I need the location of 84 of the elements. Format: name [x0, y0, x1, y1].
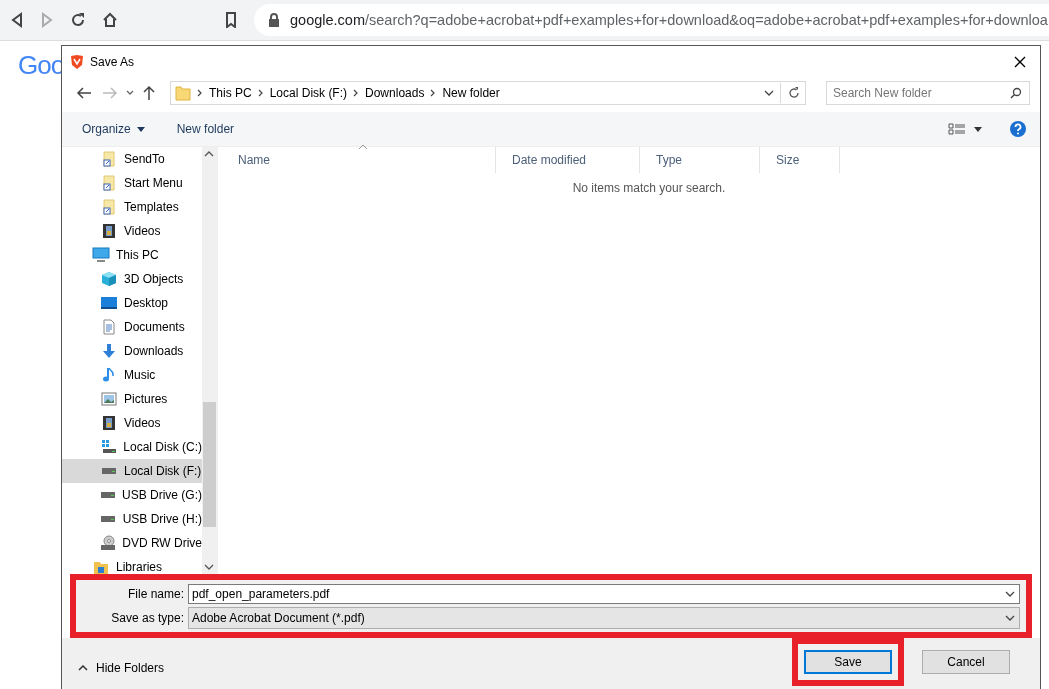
folder-tree-item[interactable]: Start Menu — [62, 171, 202, 195]
film-icon — [101, 415, 117, 431]
document-icon — [101, 319, 117, 335]
download-arrow-icon — [101, 343, 117, 359]
cancel-button[interactable]: Cancel — [922, 650, 1010, 674]
music-note-icon — [101, 367, 117, 383]
folder-tree-item[interactable]: SendTo — [62, 147, 202, 171]
save-button[interactable]: Save — [804, 650, 892, 674]
column-header[interactable]: Name — [222, 147, 496, 173]
folder-tree-item[interactable]: DVD RW Drive — [62, 531, 202, 555]
folder-tree-item[interactable]: USB Drive (G:) — [62, 483, 202, 507]
help-icon[interactable] — [1010, 121, 1026, 137]
column-header[interactable]: Date modified — [496, 147, 640, 173]
chevron-down-icon[interactable] — [126, 90, 134, 96]
shortcut-folder-icon — [101, 199, 117, 215]
folder-tree-item[interactable]: Videos — [62, 219, 202, 243]
chevron-down-icon[interactable] — [1005, 591, 1015, 597]
folder-tree-item[interactable]: USB Drive (H:) — [62, 507, 202, 531]
drive-icon — [100, 492, 116, 498]
field-label: Save as type: — [110, 611, 184, 625]
reload-icon[interactable] — [70, 12, 86, 28]
chevron-down-icon — [1005, 615, 1015, 621]
search-icon — [1010, 87, 1022, 99]
close-icon — [1014, 56, 1026, 68]
column-header[interactable]: Size — [760, 147, 840, 173]
folder-icon — [175, 85, 191, 101]
bookmark-icon[interactable] — [224, 12, 238, 28]
chevron-right-icon — [197, 89, 203, 97]
organize-menu-button[interactable]: Organize — [80, 120, 147, 138]
library-icon — [93, 559, 109, 574]
refresh-icon[interactable] — [787, 86, 801, 100]
shortcut-folder-icon — [101, 175, 117, 191]
drive-icon — [101, 468, 117, 474]
folder-tree-item[interactable]: Downloads — [62, 339, 202, 363]
disc-drive-icon — [100, 535, 117, 551]
breadcrumb-bar[interactable]: This PC Local Disk (F:) Downloads New folder — [170, 81, 806, 105]
film-icon — [101, 223, 117, 239]
file-name-field[interactable]: pdf_open_parameters.pdf — [188, 584, 1020, 604]
chevron-right-icon — [353, 89, 360, 97]
folder-tree-item[interactable]: Templates — [62, 195, 202, 219]
breadcrumb-item[interactable]: Downloads — [365, 86, 425, 100]
new-folder-button[interactable]: New folder — [174, 120, 237, 138]
back-icon[interactable] — [10, 12, 24, 28]
chevron-up-icon — [78, 665, 88, 671]
drive-icon — [100, 516, 117, 522]
folder-tree-item[interactable]: Local Disk (F:) — [62, 459, 202, 483]
sort-caret-icon — [358, 144, 368, 150]
hide-folders-button[interactable]: Hide Folders — [72, 660, 171, 676]
system-drive-icon — [100, 439, 117, 455]
folder-tree-item[interactable]: Desktop — [62, 291, 202, 315]
shortcut-folder-icon — [101, 151, 117, 167]
breadcrumb-item[interactable]: This PC — [209, 86, 252, 100]
folder-tree-item[interactable]: Music — [62, 363, 202, 387]
breadcrumb-item[interactable]: Local Disk (F:) — [269, 86, 348, 100]
search-field[interactable]: Search New folder — [826, 81, 1030, 105]
folder-tree-item[interactable]: Local Disk (C:) — [62, 435, 202, 459]
scroll-up-icon[interactable] — [204, 151, 214, 157]
caret-down-icon[interactable] — [974, 126, 982, 132]
chevron-right-icon — [430, 89, 437, 97]
home-icon[interactable] — [102, 12, 118, 28]
folder-tree-item[interactable]: Videos — [62, 411, 202, 435]
folder-tree-item[interactable]: Documents — [62, 315, 202, 339]
desktop-icon — [100, 295, 118, 311]
folder-tree-item[interactable]: This PC — [62, 243, 202, 267]
chevron-down-icon[interactable] — [764, 90, 774, 96]
shield-icon — [70, 54, 84, 70]
breadcrumb-item[interactable]: New folder — [442, 86, 500, 100]
dialog-title: Save As — [90, 55, 136, 69]
address-bar[interactable]: google.com/search?q=adobe+acrobat+pdf+examples+for+download&oq=adobe+acrobat+pdf+examples+for+downloa — [254, 4, 1049, 36]
folder-tree-item[interactable]: 3D Objects — [62, 267, 202, 291]
picture-icon — [101, 391, 117, 407]
column-header[interactable]: Type — [640, 147, 760, 173]
computer-icon — [92, 247, 110, 263]
caret-down-icon — [136, 126, 145, 132]
empty-message: No items match your search. — [571, 181, 727, 195]
chevron-right-icon — [257, 89, 264, 97]
field-label: File name: — [126, 587, 184, 601]
view-options-icon[interactable] — [948, 123, 966, 135]
scrollbar[interactable] — [202, 147, 217, 574]
file-type-dropdown[interactable]: Adobe Acrobat Document (*.pdf) — [188, 607, 1020, 629]
lock-icon — [268, 13, 280, 27]
folder-tree-item[interactable]: Pictures — [62, 387, 202, 411]
cube-icon — [101, 271, 117, 287]
scroll-down-icon[interactable] — [204, 564, 214, 570]
